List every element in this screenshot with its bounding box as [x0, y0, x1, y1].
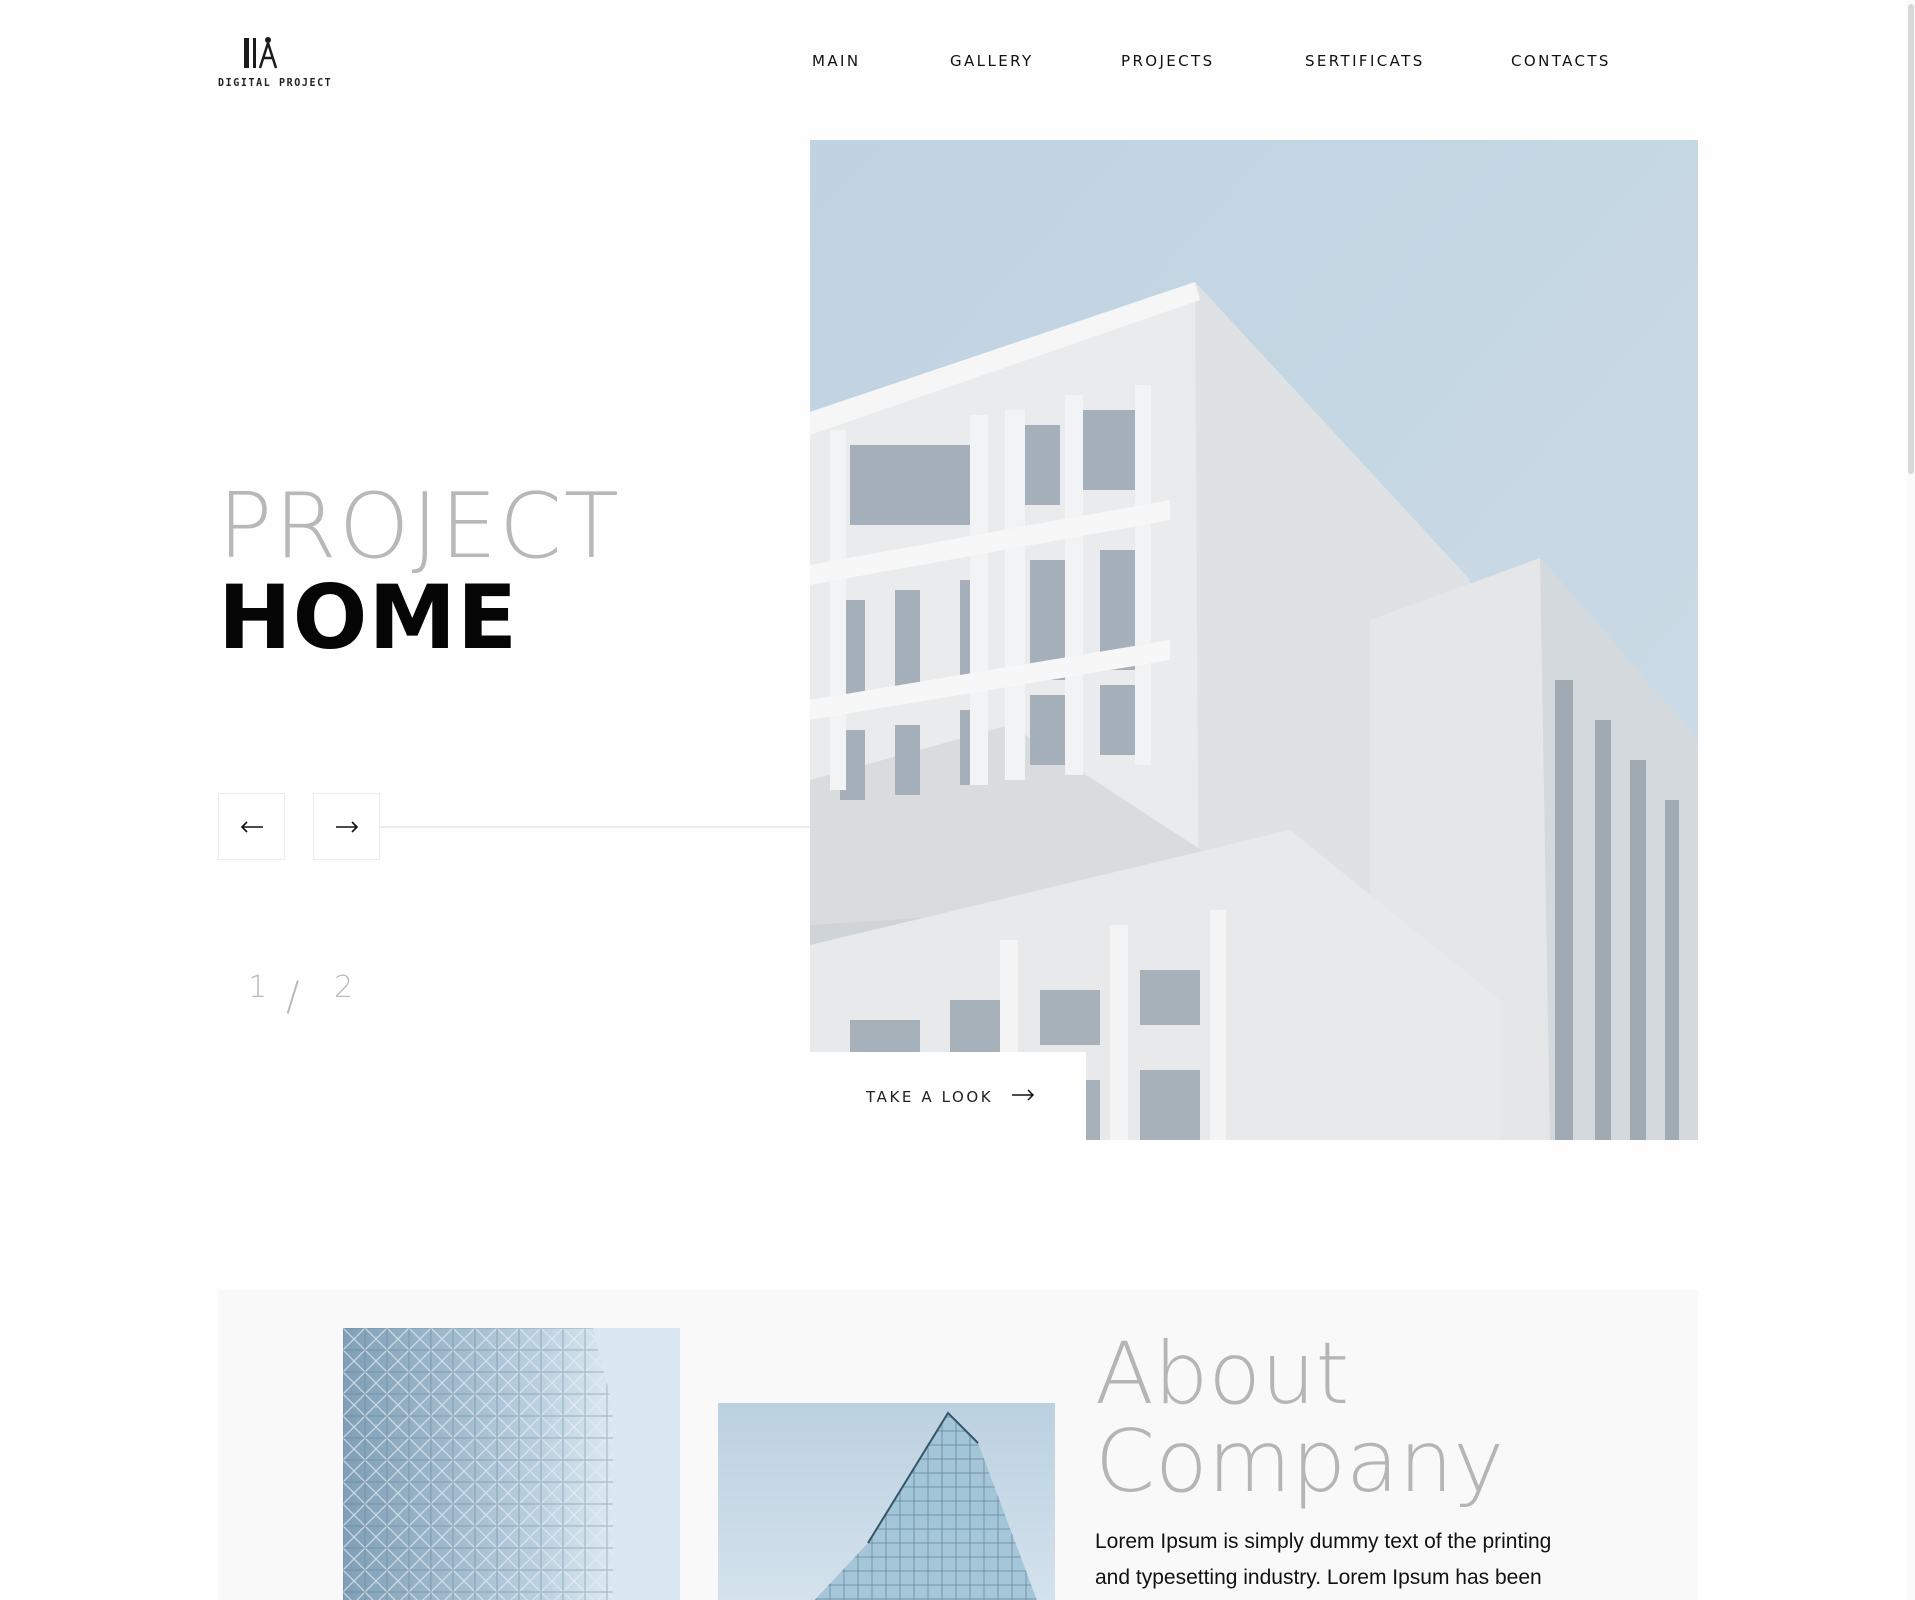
take-a-look-button[interactable]: TAKE A LOOK	[810, 1052, 1086, 1142]
logo-mark-icon	[244, 37, 278, 69]
main-nav: MAIN GALLERY PROJECTS SERTIFICATS CONTAC…	[812, 52, 1612, 74]
scrollbar-thumb[interactable]	[1908, 4, 1914, 474]
logo[interactable]: DIGITAL PROJECT	[218, 36, 331, 94]
page-scrollbar[interactable]	[1907, 0, 1915, 1600]
about-section: About Company Lorem Ipsum is simply dumm…	[218, 1290, 1698, 1600]
hero-title-light: PROJECT	[218, 474, 621, 579]
slider-progress-line	[380, 826, 810, 828]
hero-title: PROJECT HOME	[218, 482, 621, 664]
about-title-line1: About	[1095, 1324, 1350, 1424]
about-image-glass-building	[718, 1403, 1055, 1600]
about-title-line2: Company	[1095, 1412, 1505, 1512]
hero-building-image	[810, 140, 1698, 1140]
nav-item-contacts[interactable]: CONTACTS	[1511, 52, 1611, 70]
arrow-left-icon	[240, 820, 263, 833]
nav-item-sertificats[interactable]: SERTIFICATS	[1305, 52, 1425, 70]
arrow-right-icon	[335, 820, 358, 833]
slide-current: 1	[248, 970, 268, 1005]
nav-item-gallery[interactable]: GALLERY	[950, 52, 1034, 70]
about-text: Lorem Ipsum is simply dummy text of the …	[1095, 1530, 1552, 1589]
logo-text: DIGITAL PROJECT	[218, 77, 333, 90]
nav-item-projects[interactable]: PROJECTS	[1121, 52, 1215, 70]
about-title: About Company	[1095, 1330, 1504, 1506]
arrow-right-icon	[1011, 1088, 1035, 1106]
nav-item-main[interactable]: MAIN	[812, 52, 860, 70]
prev-slide-button[interactable]	[218, 793, 285, 860]
slide-total: 2	[334, 970, 354, 1005]
hero-title-bold: HOME	[218, 566, 519, 669]
take-a-look-label: TAKE A LOOK	[866, 1088, 994, 1106]
next-slide-button[interactable]	[313, 793, 380, 860]
slide-separator: /	[286, 974, 300, 1020]
about-image-glass-tower	[343, 1328, 680, 1600]
